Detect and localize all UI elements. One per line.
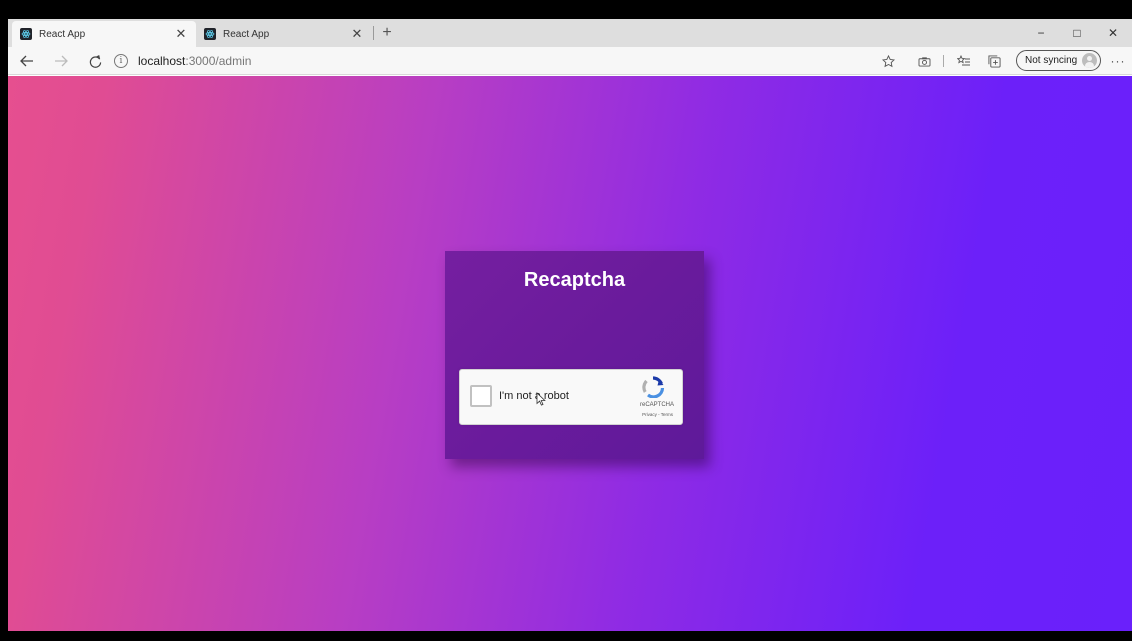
- mouse-cursor-icon: [536, 392, 546, 406]
- back-arrow-icon[interactable]: [16, 51, 38, 71]
- recaptcha-brand: reCAPTCHA: [639, 402, 674, 408]
- tab-title: React App: [223, 28, 270, 40]
- url-text: localhost:3000/admin: [138, 54, 251, 68]
- not-a-robot-checkbox[interactable]: [470, 385, 492, 407]
- react-favicon-icon: [204, 28, 216, 40]
- refresh-icon[interactable]: [84, 51, 106, 71]
- react-favicon-icon: [20, 28, 32, 40]
- close-tab-icon[interactable]: ✕: [350, 26, 364, 41]
- sync-button[interactable]: Not syncing: [1016, 50, 1101, 71]
- address-bar[interactable]: i localhost:3000/admin: [114, 50, 876, 72]
- tab-react-app-1[interactable]: React App ✕: [12, 21, 196, 47]
- url-path: :3000/admin: [185, 54, 252, 68]
- avatar: [1082, 53, 1097, 68]
- close-window-button[interactable]: ✕: [1098, 19, 1128, 47]
- url-host: localhost: [138, 54, 186, 68]
- more-icon[interactable]: ···: [1108, 51, 1128, 71]
- maximize-button[interactable]: □: [1062, 19, 1092, 47]
- browser-window: React App ✕ React App ✕ + − □ ✕ i localh…: [8, 19, 1132, 631]
- sync-label: Not syncing: [1025, 55, 1078, 66]
- recaptcha-card: Recaptcha I'm not a robot reCAPTCHA Priv…: [445, 251, 704, 459]
- favorites-icon[interactable]: [954, 51, 974, 71]
- camera-icon[interactable]: [914, 51, 934, 71]
- tab-divider: [373, 26, 374, 40]
- page-title: Recaptcha: [523, 269, 626, 291]
- toolbar-divider: [940, 51, 946, 71]
- toolbar: i localhost:3000/admin Not syncing ···: [8, 47, 1132, 75]
- forward-arrow-icon[interactable]: [50, 51, 72, 71]
- recaptcha-links[interactable]: Privacy - Terms: [642, 412, 673, 417]
- collections-icon[interactable]: [984, 51, 1004, 71]
- info-icon[interactable]: i: [114, 54, 128, 68]
- star-icon[interactable]: [878, 51, 898, 71]
- recaptcha-label: I'm not a robot: [499, 390, 569, 402]
- recaptcha-widget: I'm not a robot reCAPTCHA Privacy - Term…: [459, 369, 683, 425]
- minimize-button[interactable]: −: [1026, 19, 1056, 47]
- new-tab-button[interactable]: +: [377, 23, 397, 43]
- recaptcha-logo-icon: [642, 376, 665, 398]
- tab-strip: React App ✕ React App ✕ + − □ ✕: [8, 19, 1132, 47]
- screen: React App ✕ React App ✕ + − □ ✕ i localh…: [0, 0, 1132, 641]
- tab-react-app-2[interactable]: React App ✕: [196, 21, 372, 47]
- page-viewport: Recaptcha I'm not a robot reCAPTCHA Priv…: [8, 76, 1132, 631]
- close-tab-icon[interactable]: ✕: [174, 26, 188, 41]
- tab-title: React App: [39, 28, 86, 40]
